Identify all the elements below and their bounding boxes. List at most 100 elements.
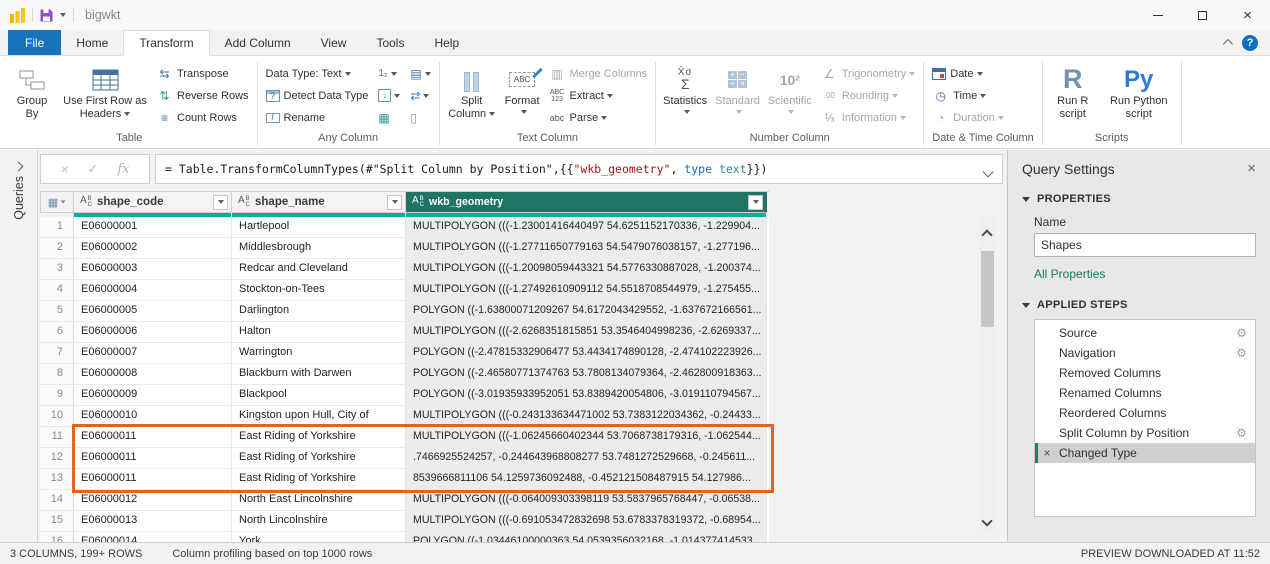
grid-cell[interactable]: 8539666811106 54.1259736092488, -0.45212… [406, 469, 767, 490]
detect-data-type-button[interactable]: ?Detect Data Type [266, 87, 369, 104]
table-row[interactable]: 2E06000002MiddlesbroughMULTIPOLYGON (((-… [40, 238, 769, 259]
statistics-button[interactable]: X̄σΣ Statistics [659, 61, 711, 114]
tab-tools[interactable]: Tools [361, 30, 419, 55]
tab-help[interactable]: Help [419, 30, 474, 55]
table-row[interactable]: 5E06000005DarlingtonPOLYGON ((-1.6380007… [40, 301, 769, 322]
use-first-row-as-headers-button[interactable]: Use First Row as Headers [59, 61, 151, 121]
collapse-ribbon-icon[interactable] [1223, 39, 1233, 49]
filter-dropdown-button[interactable] [387, 195, 402, 210]
group-by-button[interactable]: Group By [5, 61, 59, 121]
run-r-script-button[interactable]: R Run R script [1046, 61, 1100, 121]
grid-cell[interactable]: E06000005 [74, 301, 232, 322]
maximize-button[interactable] [1180, 0, 1225, 30]
reverse-rows-button[interactable]: ⇅Reverse Rows [156, 87, 249, 104]
extract-button[interactable]: ABC123Extract [549, 87, 648, 104]
table-row[interactable]: 13E06000011East Riding of Yorkshire85396… [40, 469, 769, 490]
vertical-scrollbar[interactable] [979, 215, 996, 533]
grid-cell[interactable]: Middlesbrough [232, 238, 406, 259]
table-row[interactable]: 12E06000011East Riding of Yorkshire.7466… [40, 448, 769, 469]
applied-steps-section-header[interactable]: APPLIED STEPS [1022, 299, 1256, 311]
all-properties-link[interactable]: All Properties [1034, 267, 1105, 281]
row-number[interactable]: 16 [40, 532, 74, 542]
filter-dropdown-button[interactable] [213, 195, 228, 210]
profiling-info[interactable]: Column profiling based on top 1000 rows [152, 548, 372, 560]
grid-cell[interactable]: MULTIPOLYGON (((-1.06245660402344 53.706… [406, 427, 767, 448]
time-button[interactable]: ◷Time [932, 87, 1004, 104]
data-type-button[interactable]: Data Type: Text [266, 65, 369, 82]
table-row[interactable]: 3E06000003Redcar and ClevelandMULTIPOLYG… [40, 259, 769, 280]
grid-cell[interactable]: MULTIPOLYGON (((-1.20098059443321 54.577… [406, 259, 767, 280]
formula-input[interactable]: = Table.TransformColumnTypes(#"Split Col… [155, 154, 1003, 184]
grid-cell[interactable]: E06000002 [74, 238, 232, 259]
pivot-column-button[interactable]: ▦ [378, 109, 400, 126]
grid-cell[interactable]: MULTIPOLYGON (((-0.243133634471002 53.73… [406, 406, 767, 427]
grid-cell[interactable]: North East Lincolnshire [232, 490, 406, 511]
grid-cell[interactable]: Darlington [232, 301, 406, 322]
table-row[interactable]: 1E06000001HartlepoolMULTIPOLYGON (((-1.2… [40, 217, 769, 238]
grid-cell[interactable]: MULTIPOLYGON (((-1.27711650779163 54.547… [406, 238, 767, 259]
cancel-formula-icon[interactable]: × [60, 161, 68, 177]
applied-step[interactable]: Renamed Columns [1035, 383, 1255, 403]
table-row[interactable]: 11E06000011East Riding of YorkshireMULTI… [40, 427, 769, 448]
quick-access-dropdown-icon[interactable] [60, 13, 66, 17]
grid-cell[interactable]: E06000013 [74, 511, 232, 532]
expand-formula-icon[interactable] [982, 166, 993, 177]
row-number[interactable]: 2 [40, 238, 74, 259]
table-row[interactable]: 8E06000008Blackburn with DarwenPOLYGON (… [40, 364, 769, 385]
grid-cell[interactable]: Hartlepool [232, 217, 406, 238]
run-python-script-button[interactable]: Py Run Python script [1100, 61, 1178, 121]
grid-cell[interactable]: East Riding of Yorkshire [232, 448, 406, 469]
delete-step-icon[interactable]: × [1035, 446, 1059, 460]
grid-cell[interactable]: MULTIPOLYGON (((-1.23001416440497 54.625… [406, 217, 767, 238]
convert-to-list-button[interactable]: ▯ [410, 109, 430, 126]
gear-icon[interactable]: ⚙ [1236, 426, 1255, 440]
select-all-button[interactable]: ▦ [40, 192, 74, 213]
table-row[interactable]: 16E06000014YorkPOLYGON ((-1.034461000003… [40, 532, 769, 542]
fill-button[interactable]: ↓ [378, 87, 400, 104]
scroll-down-icon[interactable] [981, 515, 992, 526]
table-row[interactable]: 6E06000006HaltonMULTIPOLYGON (((-2.62683… [40, 322, 769, 343]
grid-cell[interactable]: MULTIPOLYGON (((-1.27492610909112 54.551… [406, 280, 767, 301]
grid-cell[interactable]: Stockton-on-Tees [232, 280, 406, 301]
grid-cell[interactable]: Blackpool [232, 385, 406, 406]
grid-cell[interactable]: E06000006 [74, 322, 232, 343]
row-number[interactable]: 10 [40, 406, 74, 427]
replace-values-button[interactable]: 1₂ [378, 65, 400, 82]
commit-formula-icon[interactable]: ✓ [88, 161, 99, 177]
applied-step[interactable]: Removed Columns [1035, 363, 1255, 383]
grid-cell[interactable]: E06000004 [74, 280, 232, 301]
grid-cell[interactable]: E06000007 [74, 343, 232, 364]
grid-cell[interactable]: East Riding of Yorkshire [232, 427, 406, 448]
row-number[interactable]: 9 [40, 385, 74, 406]
grid-cell[interactable]: E06000010 [74, 406, 232, 427]
column-header-shape-name[interactable]: ABC shape_name [232, 192, 406, 213]
tab-add-column[interactable]: Add Column [210, 30, 306, 55]
gear-icon[interactable]: ⚙ [1236, 346, 1255, 360]
tab-file[interactable]: File [8, 30, 61, 55]
table-row[interactable]: 4E06000004Stockton-on-TeesMULTIPOLYGON (… [40, 280, 769, 301]
grid-cell[interactable]: MULTIPOLYGON (((-2.6268351815851 53.3546… [406, 322, 767, 343]
grid-cell[interactable]: .7466925524257, -0.244643968808277 53.74… [406, 448, 767, 469]
row-number[interactable]: 11 [40, 427, 74, 448]
grid-cell[interactable]: E06000001 [74, 217, 232, 238]
row-number[interactable]: 8 [40, 364, 74, 385]
grid-cell[interactable]: POLYGON ((-3.01935933952051 53.838942005… [406, 385, 767, 406]
grid-cell[interactable]: MULTIPOLYGON (((-0.691053472832698 53.67… [406, 511, 767, 532]
date-button[interactable]: Date [932, 65, 1004, 82]
properties-section-header[interactable]: PROPERTIES [1022, 193, 1256, 205]
table-row[interactable]: 7E06000007WarringtonPOLYGON ((-2.4781533… [40, 343, 769, 364]
grid-cell[interactable]: East Riding of Yorkshire [232, 469, 406, 490]
grid-cell[interactable]: Kingston upon Hull, City of [232, 406, 406, 427]
grid-cell[interactable]: POLYGON ((-2.46580771374763 53.780813407… [406, 364, 767, 385]
filter-dropdown-button[interactable] [748, 195, 763, 210]
close-panel-icon[interactable]: × [1247, 160, 1256, 177]
help-icon[interactable]: ? [1242, 35, 1258, 51]
grid-cell[interactable]: Warrington [232, 343, 406, 364]
column-header-wkb-geometry[interactable]: ABC wkb_geometry [406, 192, 767, 213]
format-button[interactable]: ABC Format [501, 61, 544, 114]
table-row[interactable]: 14E06000012North East LincolnshireMULTIP… [40, 490, 769, 511]
move-button[interactable]: ⇄ [410, 87, 430, 104]
applied-step[interactable]: Source⚙ [1035, 323, 1255, 343]
applied-step[interactable]: Navigation⚙ [1035, 343, 1255, 363]
count-rows-button[interactable]: ≡Count Rows [156, 109, 249, 126]
